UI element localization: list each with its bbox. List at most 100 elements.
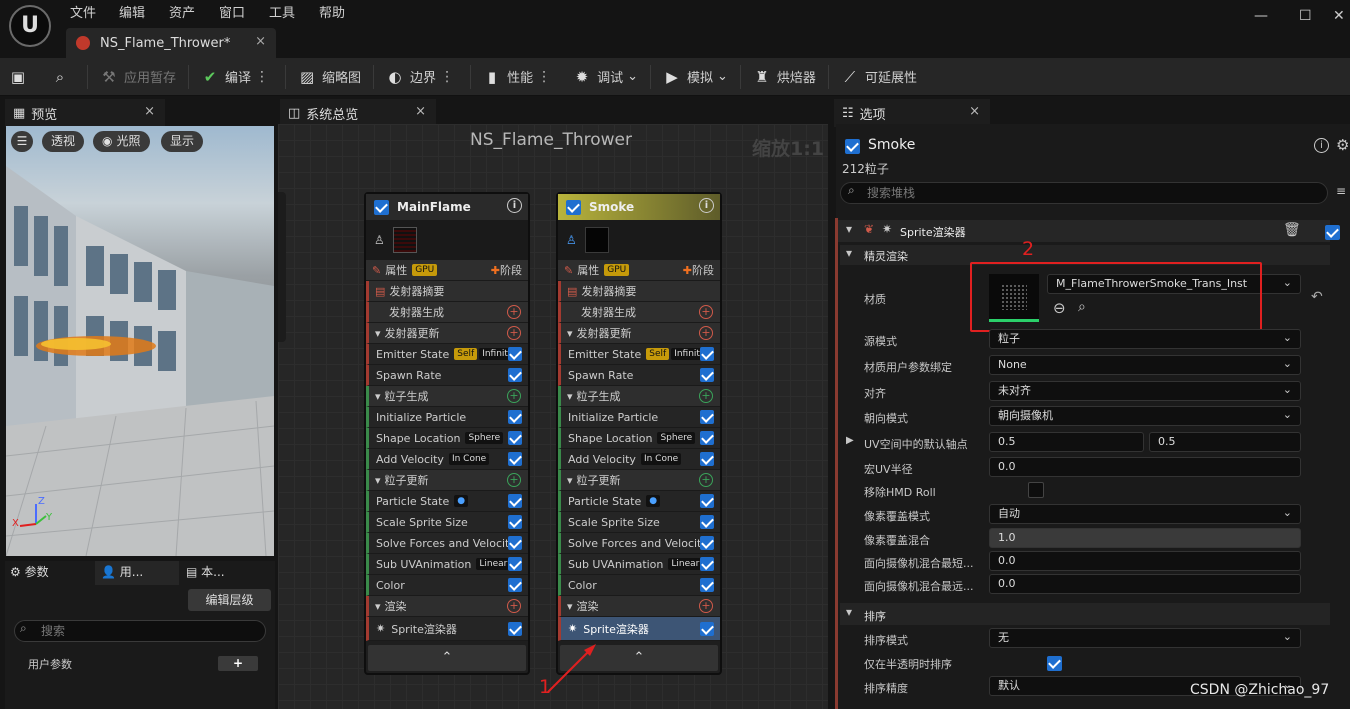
stack-search-input[interactable]: 搜索堆栈 [840, 182, 1328, 204]
node-header[interactable]: Smoke i [558, 194, 720, 220]
emitter-state-row[interactable]: Emitter State Self Infinite [366, 344, 528, 365]
add-module-icon[interactable]: + [699, 326, 713, 340]
collapse-icon[interactable]: ▾ [846, 222, 852, 236]
module-checkbox[interactable] [508, 578, 522, 592]
document-tab[interactable]: NS_Flame_Thrower* × [66, 28, 276, 58]
collapse-icon[interactable]: ▾ [846, 605, 852, 619]
menu-help[interactable]: 帮助 [319, 2, 345, 21]
enable-checkbox[interactable] [374, 199, 389, 215]
collapse-icon[interactable]: ▾ [567, 327, 573, 340]
uv-pivot-x-input[interactable]: 0.5 [989, 432, 1144, 452]
preview-tab[interactable]: ▦ 预览 × [5, 99, 165, 127]
sub-uv-row[interactable]: Sub UVAnimation Linear [558, 554, 720, 575]
emitter-state-row[interactable]: Emitter State Self Infinite [558, 344, 720, 365]
add-stage-button[interactable]: ✚阶段 [683, 262, 714, 278]
thumbnail-button[interactable]: ▨ 缩略图 [289, 62, 370, 92]
emitter-spawn-row[interactable]: 发射器生成 + [558, 302, 720, 323]
spawn-rate-row[interactable]: Spawn Rate [366, 365, 528, 386]
save-button[interactable]: ▣ [0, 62, 42, 92]
alignment-dropdown[interactable]: 未对齐 ⌄ [989, 381, 1301, 401]
facing-mode-dropdown[interactable]: 朝向摄像机 ⌄ [989, 406, 1301, 426]
render-row[interactable]: ▾ 渲染 + [366, 596, 528, 617]
collapse-icon[interactable]: ▾ [375, 390, 381, 403]
color-row[interactable]: Color [558, 575, 720, 596]
enable-checkbox[interactable] [566, 199, 581, 215]
filter-icon[interactable]: ≡ [1336, 184, 1346, 198]
unreal-logo-icon[interactable]: U [9, 5, 51, 47]
collapse-icon[interactable]: ▾ [567, 600, 573, 613]
module-checkbox[interactable] [508, 452, 522, 466]
add-module-icon[interactable]: + [507, 305, 521, 319]
add-module-icon[interactable]: + [507, 389, 521, 403]
add-velocity-row[interactable]: Add Velocity In Cone [558, 449, 720, 470]
module-checkbox[interactable] [700, 410, 714, 424]
browse-button[interactable]: ⌕ [42, 62, 84, 92]
shape-location-row[interactable]: Shape Location Sphere [558, 428, 720, 449]
close-overview-icon[interactable]: × [415, 104, 426, 119]
menu-edit[interactable]: 编辑 [119, 2, 145, 21]
particle-state-row[interactable]: Particle State ● [558, 491, 720, 512]
add-module-icon[interactable]: + [699, 599, 713, 613]
close-preview-icon[interactable]: × [144, 104, 155, 119]
module-checkbox[interactable] [700, 536, 714, 550]
local-tab[interactable]: ▤ 本... [186, 563, 225, 580]
trash-icon[interactable]: 🗑 [1283, 222, 1301, 238]
add-module-icon[interactable]: + [507, 599, 521, 613]
particle-state-row[interactable]: Particle State ● [366, 491, 528, 512]
emitter-node-mainflame[interactable]: MainFlame i ♙ ✎ 属性 GPU ✚阶段 ▤ 发射器摘要 发射器生成 + ▾ 发射… [364, 192, 530, 675]
sort-translucent-checkbox[interactable] [1047, 656, 1063, 671]
scalability-button[interactable]: ⟋ 可延展性 [832, 62, 926, 92]
params-tab[interactable]: ⚙ 参数 [10, 563, 49, 580]
perspective-button[interactable]: 透视 [42, 131, 85, 152]
module-checkbox[interactable] [508, 368, 522, 382]
compile-button[interactable]: ✔ 编译 ⋮ [192, 62, 282, 92]
particle-update-row[interactable]: ▾ 粒子更新 + [558, 470, 720, 491]
bounds-options-icon[interactable]: ⋮ [436, 69, 458, 85]
add-module-icon[interactable]: + [507, 473, 521, 487]
particle-update-row[interactable]: ▾ 粒子更新 + [366, 470, 528, 491]
debug-button[interactable]: ✹ 调试 ⌄ [564, 62, 647, 92]
source-mode-dropdown[interactable]: 粒子 ⌄ [989, 329, 1301, 349]
properties-row[interactable]: ✎ 属性 GPU ✚阶段 [558, 260, 720, 281]
module-checkbox[interactable] [508, 410, 522, 424]
user-tab[interactable]: 👤 用... [95, 561, 179, 585]
scale-sprite-row[interactable]: Scale Sprite Size [558, 512, 720, 533]
emitter-update-row[interactable]: ▾ 发射器更新 + [366, 323, 528, 344]
scale-sprite-row[interactable]: Scale Sprite Size [366, 512, 528, 533]
emitter-enable-checkbox[interactable] [845, 139, 860, 154]
add-user-param-button[interactable]: + [218, 656, 258, 671]
sub-uv-row[interactable]: Sub UVAnimation Linear [366, 554, 528, 575]
module-checkbox[interactable] [508, 622, 522, 636]
solve-forces-row[interactable]: Solve Forces and Velocity [558, 533, 720, 554]
module-checkbox[interactable] [508, 515, 522, 529]
add-module-icon[interactable]: + [699, 305, 713, 319]
module-checkbox[interactable] [508, 557, 522, 571]
cam-blend-near-input[interactable]: 0.0 [989, 551, 1301, 571]
add-velocity-row[interactable]: Add Velocity In Cone [366, 449, 528, 470]
module-checkbox[interactable] [700, 347, 714, 361]
shape-location-row[interactable]: Shape Location Sphere [366, 428, 528, 449]
module-checkbox[interactable] [700, 494, 714, 508]
collapse-icon[interactable]: ▾ [375, 327, 381, 340]
collapse-icon[interactable]: ▾ [375, 474, 381, 487]
init-particle-row[interactable]: Initialize Particle [366, 407, 528, 428]
minimize-button[interactable]: — [1254, 8, 1268, 24]
module-checkbox[interactable] [508, 536, 522, 550]
expand-icon[interactable]: ▶ [846, 435, 854, 446]
module-checkbox[interactable] [700, 368, 714, 382]
close-window-button[interactable]: ✕ [1333, 8, 1345, 24]
menu-file[interactable]: 文件 [70, 2, 96, 21]
menu-tools[interactable]: 工具 [269, 2, 295, 21]
remove-hmd-checkbox[interactable] [1027, 482, 1044, 498]
pixel-coverage-blend-slider[interactable]: 1.0 [989, 528, 1301, 548]
bounds-button[interactable]: ◐ 边界 ⋮ [377, 62, 467, 92]
macro-uv-input[interactable]: 0.0 [989, 457, 1301, 477]
pixel-coverage-mode-dropdown[interactable]: 自动 ⌄ [989, 504, 1301, 524]
emitter-update-row[interactable]: ▾ 发射器更新 + [558, 323, 720, 344]
lighting-button[interactable]: ◉ 光照 [93, 131, 150, 152]
baker-button[interactable]: ♜ 烘焙器 [744, 62, 825, 92]
viewport-menu-button[interactable]: ☰ [11, 131, 33, 152]
expand-node-button[interactable]: ⌃ [368, 645, 526, 671]
preview-viewport[interactable]: Z X Y [6, 126, 274, 556]
renderer-enable-checkbox[interactable] [1324, 225, 1340, 240]
